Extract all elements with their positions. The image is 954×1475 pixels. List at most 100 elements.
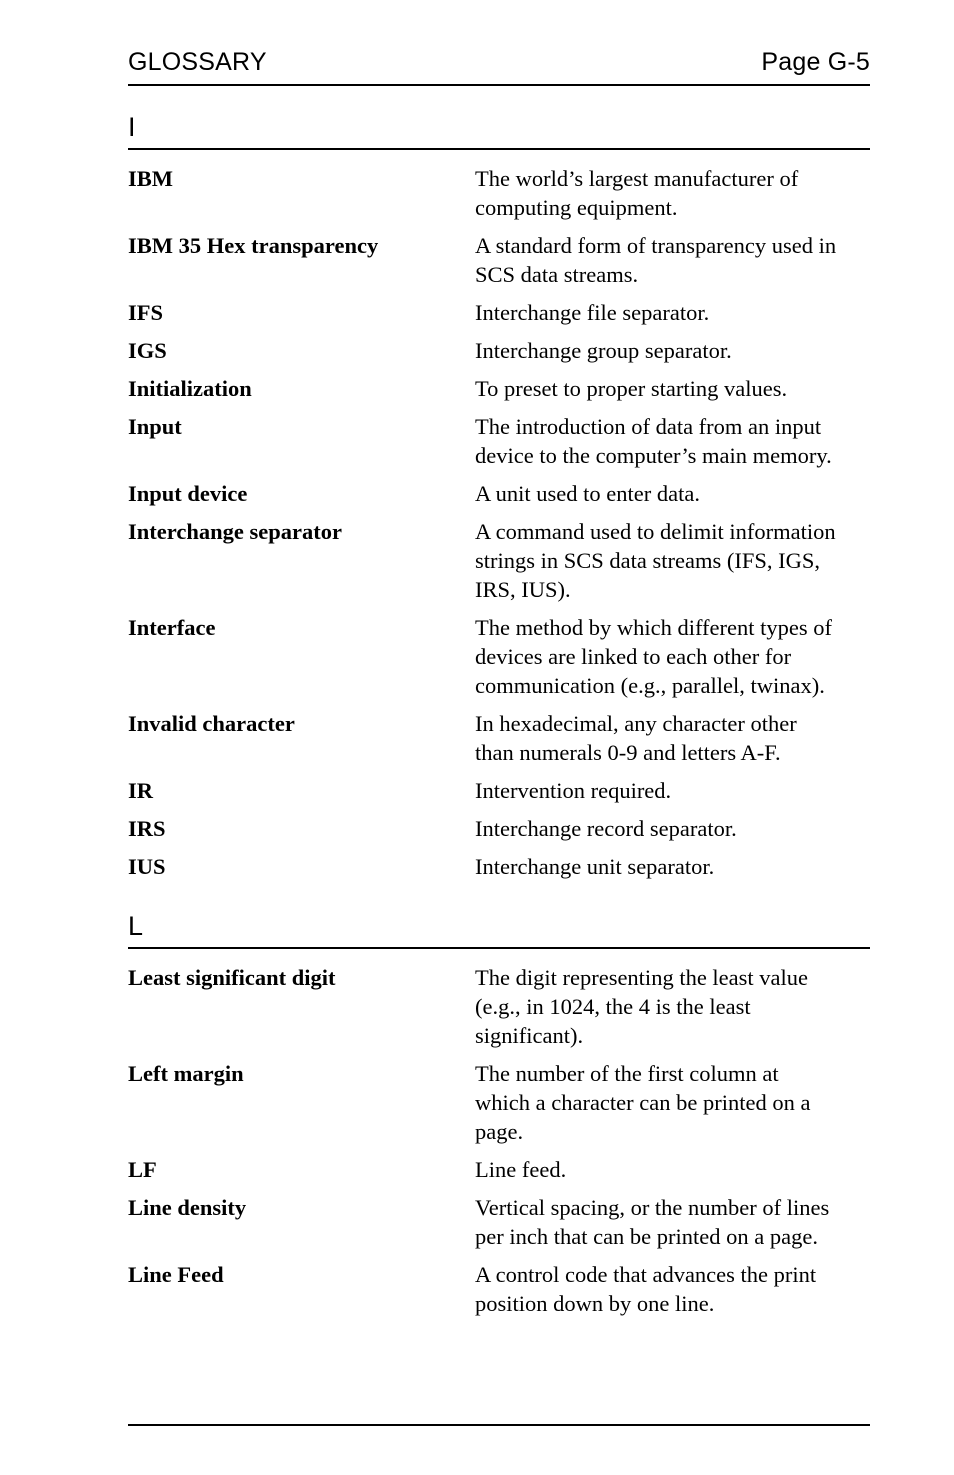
definition-line: Interchange unit separator. [475,854,715,879]
glossary-term: Line density [128,1195,247,1220]
definition-line: device to the computer’s main memory. [475,443,832,468]
glossary-definition: Intervention required. [475,776,870,805]
glossary-definition: The method by which different types of de… [475,613,870,700]
glossary-term: Least significant digit [128,965,336,990]
glossary-entry: IBM The world’s largest manufacturer of co… [128,164,870,222]
glossary-body: I IBM The world’s largest manufacturer of c… [128,112,870,1318]
definition-line: than numerals 0-9 and letters A-F. [475,740,781,765]
glossary-entry-list: Least significant digit The digit represe… [128,963,870,1318]
glossary-entry: IGS Interchange group separator. [128,336,870,365]
glossary-entry: IRS Interchange record separator. [128,814,870,843]
section-letter-heading: L [128,911,144,941]
glossary-entry: Invalid character In hexadecimal, any cha… [128,709,870,767]
glossary-entry: Interface The method by which different t… [128,613,870,700]
glossary-definition: The introduction of data from an input de… [475,412,870,470]
glossary-definition: The digit representing the least value (e… [475,963,870,1050]
definition-line: The number of the first column at [475,1061,779,1086]
glossary-entry: IUS Interchange unit separator. [128,852,870,881]
glossary-definition: Line feed. [475,1155,870,1184]
section-rule [128,148,870,150]
definition-line: In hexadecimal, any character other [475,711,797,736]
glossary-section: L Least significant digit The digit repres… [128,911,870,1318]
glossary-term: IFS [128,300,164,325]
definition-line: A command used to delimit information [475,519,836,544]
glossary-definition: The world’s largest manufacturer of compu… [475,164,870,222]
definition-line: The world’s largest manufacturer of [475,166,799,191]
page-number-label: Page G-5 [761,48,870,76]
glossary-term: Initialization [128,376,252,401]
definition-line: which a character can be printed on a [475,1090,811,1115]
definition-line: position down by one line. [475,1291,715,1316]
definition-line: per inch that can be printed on a page. [475,1224,818,1249]
glossary-term: IBM 35 Hex transparency [128,233,379,258]
definition-line: A control code that advances the print [475,1262,817,1287]
glossary-entry: IR Intervention required. [128,776,870,805]
glossary-term: Left margin [128,1061,244,1086]
glossary-entry: IBM 35 Hex transparency A standard form o… [128,231,870,289]
glossary-entry: Interchange separator A command used to d… [128,517,870,604]
glossary-entry: Left margin The number of the first colum… [128,1059,870,1146]
definition-line: Vertical spacing, or the number of lines [475,1195,830,1220]
glossary-term: IUS [128,854,166,879]
glossary-term: Input device [128,481,248,506]
definition-line: SCS data streams. [475,262,639,287]
definition-line: communication (e.g., parallel, twinax). [475,673,825,698]
glossary-term: IGS [128,338,167,363]
running-head: GLOSSARY Page G-5 [128,50,870,75]
definition-line: Interchange file separator. [475,300,710,325]
definition-line: The digit representing the least value [475,965,809,990]
glossary-definition: A unit used to enter data. [475,479,870,508]
definition-line: A standard form of transparency used in [475,233,837,258]
glossary-section: I IBM The world’s largest manufacturer of c… [128,112,870,881]
definition-line: The method by which different types of [475,615,832,640]
glossary-definition: A command used to delimit information str… [475,517,870,604]
glossary-term: Input [128,414,182,439]
glossary-definition: A control code that advances the print po… [475,1260,870,1318]
glossary-definition: Interchange unit separator. [475,852,870,881]
glossary-entry: Initialization To preset to proper starti… [128,374,870,403]
glossary-term: IRS [128,816,166,841]
section-letter-heading: I [128,112,136,142]
definition-line: Interchange record separator. [475,816,737,841]
definition-line: Intervention required. [475,778,672,803]
glossary-entry: LF Line feed. [128,1155,870,1184]
section-rule [128,947,870,949]
glossary-term: IBM [128,166,173,191]
glossary-definition: Vertical spacing, or the number of lines… [475,1193,870,1251]
glossary-entry: Input The introduction of data from an in… [128,412,870,470]
glossary-term: Interchange separator [128,519,342,544]
definition-line: (e.g., in 1024, the 4 is the least [475,994,751,1019]
definition-line: IRS, IUS). [475,577,571,602]
definition-line: significant). [475,1023,584,1048]
glossary-page: GLOSSARY Page G-5 I IBM The world’s larges… [0,0,954,1475]
glossary-definition: In hexadecimal, any character other than … [475,709,870,767]
definition-line: strings in SCS data streams (IFS, IGS, [475,548,821,573]
definition-line: The introduction of data from an input [475,414,822,439]
glossary-definition: A standard form of transparency used in S… [475,231,870,289]
glossary-definition: Interchange file separator. [475,298,870,327]
glossary-term: Interface [128,615,216,640]
glossary-entry: Line density Vertical spacing, or the num… [128,1193,870,1251]
glossary-entry: Line Feed A control code that advances th… [128,1260,870,1318]
glossary-entry-list: IBM The world’s largest manufacturer of co… [128,164,870,881]
definition-line: To preset to proper starting values. [475,376,788,401]
glossary-entry: IFS Interchange file separator. [128,298,870,327]
definition-line: Line feed. [475,1157,567,1182]
glossary-entry: Least significant digit The digit represe… [128,963,870,1050]
glossary-term: Invalid character [128,711,295,736]
definition-line: Interchange group separator. [475,338,732,363]
glossary-definition: To preset to proper starting values. [475,374,870,403]
glossary-entry: Input device A unit used to enter data. [128,479,870,508]
glossary-term: Line Feed [128,1262,224,1287]
header-rule [128,84,870,86]
definition-line: devices are linked to each other for [475,644,792,669]
glossary-definition: Interchange record separator. [475,814,870,843]
glossary-term: IR [128,778,154,803]
glossary-definition: Interchange group separator. [475,336,870,365]
definition-line: A unit used to enter data. [475,481,700,506]
glossary-term: LF [128,1157,157,1182]
definition-line: page. [475,1119,524,1144]
glossary-definition: The number of the first column at which a… [475,1059,870,1146]
footer-rule [128,1424,870,1426]
definition-line: computing equipment. [475,195,678,220]
